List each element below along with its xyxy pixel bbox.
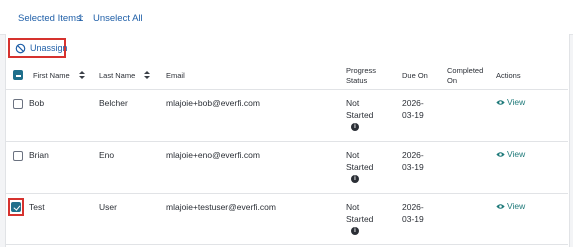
- row-divider: [5, 141, 568, 142]
- eye-icon: [496, 203, 505, 209]
- cell-due-line2: 03-19: [402, 162, 424, 172]
- cell-due-line1: 2026-: [402, 202, 424, 212]
- selected-items-label: Selected Items:: [18, 13, 84, 24]
- unassign-button[interactable]: Unassign: [8, 38, 68, 58]
- unassign-label: Unassign: [30, 43, 68, 53]
- cell-status-line1: Not: [346, 98, 360, 108]
- cell-status-line2: Started: [346, 110, 374, 120]
- view-link[interactable]: View: [496, 149, 525, 159]
- header-progress-line2: Status: [346, 76, 368, 85]
- header-due-on: Due On: [402, 71, 428, 80]
- cell-email: mlajoie+bob@everfi.com: [166, 98, 260, 108]
- cell-due-line2: 03-19: [402, 214, 424, 224]
- header-actions: Actions: [496, 71, 521, 80]
- view-label: View: [507, 149, 526, 159]
- sort-last-name-icon[interactable]: [144, 71, 150, 80]
- unselect-all-link[interactable]: Unselect All: [93, 13, 143, 24]
- cell-due-line2: 03-19: [402, 110, 424, 120]
- cell-due-line1: 2026-: [402, 98, 424, 108]
- header-first-name: First Name: [33, 71, 70, 80]
- cell-first-name: Brian: [29, 150, 49, 160]
- view-link[interactable]: View: [496, 201, 525, 211]
- selection-bar: Selected Items: 1 Unselect All: [0, 0, 573, 35]
- selected-items-count: 1: [78, 13, 84, 24]
- row-divider: [5, 193, 568, 194]
- cell-first-name: Bob: [29, 98, 45, 108]
- header-email: Email: [166, 71, 185, 80]
- header-completed-line1: Completed: [447, 66, 484, 75]
- header-completed-line2: On: [447, 76, 458, 85]
- cell-status-line1: Not: [346, 202, 360, 212]
- ban-icon: [15, 43, 26, 53]
- cell-email: mlajoie+eno@everfi.com: [166, 150, 260, 160]
- row-checkbox[interactable]: [11, 202, 21, 212]
- info-icon[interactable]: i: [351, 175, 359, 183]
- cell-due-line1: 2026-: [402, 150, 424, 160]
- cell-status-line1: Not: [346, 150, 360, 160]
- cell-first-name: Test: [29, 202, 45, 212]
- view-label: View: [507, 201, 526, 211]
- info-icon[interactable]: i: [351, 123, 359, 131]
- cell-status-line2: Started: [346, 214, 374, 224]
- eye-icon: [496, 99, 505, 105]
- view-label: View: [507, 97, 526, 107]
- row-divider: [5, 244, 568, 245]
- view-link[interactable]: View: [496, 97, 525, 107]
- sort-first-name-icon[interactable]: [79, 71, 85, 80]
- header-divider: [5, 89, 568, 90]
- cell-email: mlajoie+testuser@everfi.com: [166, 202, 276, 212]
- cell-last-name: Belcher: [99, 98, 128, 108]
- row-checkbox[interactable]: [13, 151, 23, 161]
- row-checkbox[interactable]: [13, 99, 23, 109]
- cell-last-name: Eno: [99, 150, 115, 160]
- cell-last-name: User: [99, 202, 117, 212]
- cell-status-line2: Started: [346, 162, 374, 172]
- header-progress-line1: Progress: [346, 66, 377, 75]
- header-last-name: Last Name: [99, 71, 136, 80]
- eye-icon: [496, 151, 505, 157]
- info-icon[interactable]: i: [351, 227, 359, 235]
- select-all-checkbox[interactable]: [13, 70, 23, 80]
